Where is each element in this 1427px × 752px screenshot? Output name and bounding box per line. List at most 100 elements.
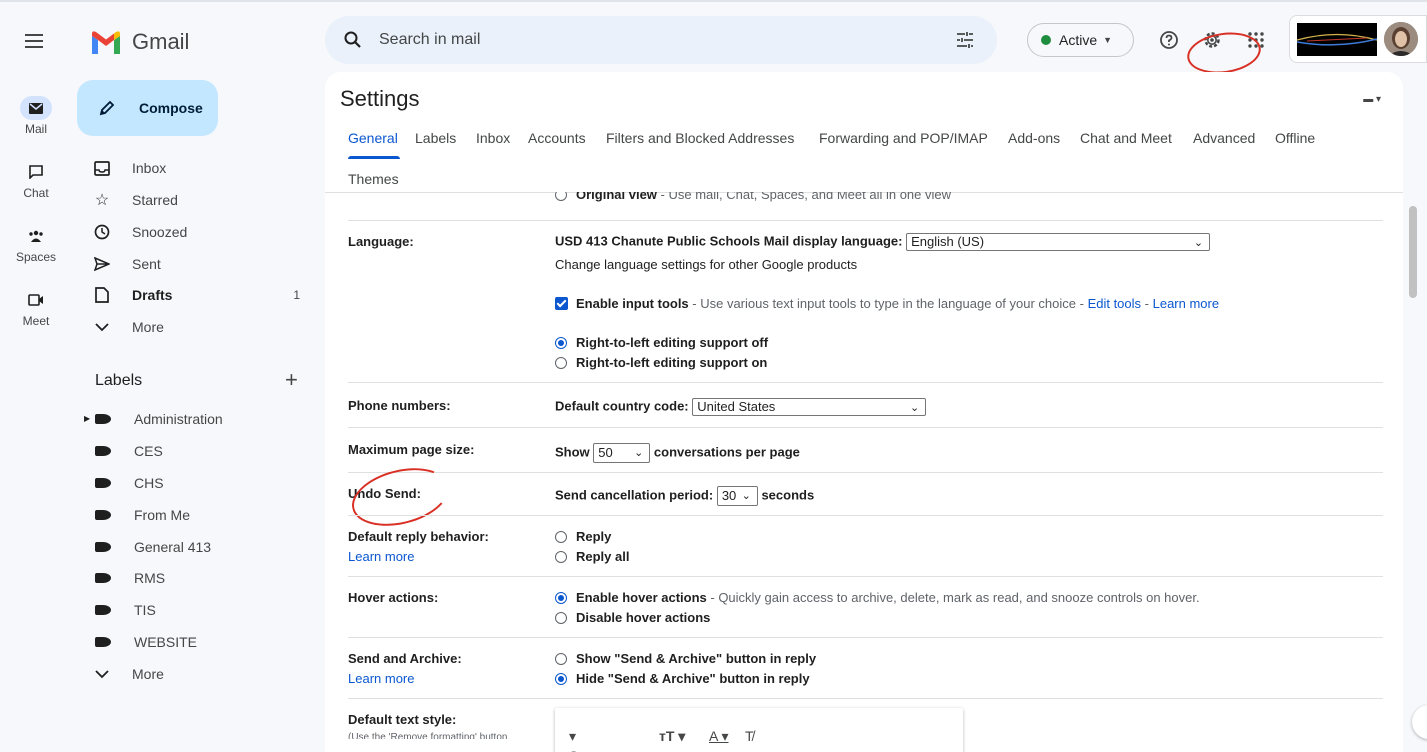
label-icon (95, 637, 111, 647)
option-label: Disable hover actions (576, 610, 711, 625)
edit-tools-link[interactable]: Edit tools (1088, 296, 1141, 311)
tab-filters[interactable]: Filters and Blocked Addresses (606, 130, 794, 146)
nav-item-snoozed[interactable]: Snoozed (93, 217, 308, 247)
nav-label: More (132, 319, 164, 335)
tab-general[interactable]: General (348, 130, 398, 146)
page-size-suffix: conversations per page (653, 444, 800, 460)
labels-heading: Labels (95, 372, 143, 389)
radio-button[interactable] (555, 673, 567, 685)
reply-option[interactable]: Reply (555, 529, 611, 544)
cancellation-period-select[interactable]: 30 ⌄ (716, 486, 758, 506)
disable-hover-option[interactable]: Disable hover actions (555, 610, 710, 625)
rail-meet[interactable]: Meet (0, 288, 72, 328)
option-label: Show "Send & Archive" button in reply (576, 651, 817, 666)
add-label-button[interactable]: + (285, 367, 298, 393)
nav-item-drafts[interactable]: Drafts 1 (93, 280, 308, 310)
label-item[interactable]: WEBSITE (93, 627, 197, 657)
gmail-m-icon (92, 31, 120, 54)
hide-send-archive-option[interactable]: Hide "Send & Archive" button in reply (555, 671, 810, 686)
rtl-on-option[interactable]: Right-to-left editing support on (555, 355, 767, 370)
nav-item-starred[interactable]: ☆ Starred (93, 185, 308, 215)
remove-formatting-icon[interactable]: T̸ (745, 728, 754, 744)
rtl-off-option[interactable]: Right-to-left editing support off (555, 335, 768, 350)
status-selector[interactable]: Active ▼ (1027, 23, 1134, 57)
option-label: Right-to-left editing support on (576, 355, 768, 370)
chevron-down-icon: ⌄ (1193, 237, 1204, 249)
account-switcher[interactable] (1289, 15, 1427, 63)
reply-all-option[interactable]: Reply all (555, 549, 629, 564)
label-item[interactable]: CHS (93, 468, 164, 498)
radio-button[interactable] (555, 551, 567, 563)
tab-forwarding[interactable]: Forwarding and POP/IMAP (819, 130, 988, 146)
radio-button[interactable] (555, 192, 567, 201)
gmail-logo[interactable]: Gmail (90, 29, 189, 55)
rail-mail[interactable]: Mail (0, 96, 72, 136)
label-item[interactable]: TIS (93, 595, 156, 625)
input-tools-checkbox[interactable] (555, 297, 568, 310)
help-icon[interactable] (1157, 28, 1181, 52)
nav-item-sent[interactable]: Sent (93, 249, 308, 279)
meet-icon (20, 288, 52, 312)
learn-more-link[interactable]: Learn more (1153, 296, 1219, 311)
label-item[interactable]: From Me (93, 500, 190, 530)
floating-action-button[interactable] (1412, 705, 1427, 739)
nav-item-more[interactable]: More (93, 312, 308, 342)
country-code-select[interactable]: United States ⌄ (692, 398, 927, 416)
tab-advanced[interactable]: Advanced (1193, 130, 1255, 146)
option-label: Original view (576, 192, 657, 202)
rail-chat[interactable]: Chat (0, 160, 72, 200)
tab-addons[interactable]: Add-ons (1008, 130, 1060, 146)
radio-button[interactable] (555, 531, 567, 543)
tab-offline[interactable]: Offline (1275, 130, 1315, 146)
radio-button[interactable] (555, 612, 567, 624)
tab-labels[interactable]: Labels (415, 130, 456, 146)
tab-themes[interactable]: Themes (348, 171, 399, 187)
radio-button[interactable] (555, 592, 567, 604)
label-item[interactable]: CES (93, 436, 163, 466)
row-divider (348, 427, 1383, 428)
annotation-circle-undo-send (345, 458, 456, 536)
expand-label-icon[interactable]: ▶ (84, 414, 90, 423)
labels-more-label: More (132, 666, 164, 682)
draft-icon (93, 286, 111, 304)
nav-label: Sent (132, 256, 161, 272)
tab-chat-meet[interactable]: Chat and Meet (1080, 130, 1172, 146)
compose-button[interactable]: Compose (77, 80, 218, 136)
search-input[interactable]: Search in mail (379, 31, 480, 49)
label-item[interactable]: RMS (93, 563, 165, 593)
text-color-icon[interactable]: A ▾ (709, 728, 728, 745)
settings-panel: Settings ▬ ▾ General Labels Inbox Accoun… (325, 72, 1403, 752)
label-name: WEBSITE (134, 634, 198, 650)
original-view-option[interactable]: Original view - Use mail, Chat, Spaces, … (555, 192, 951, 202)
formatting-toolbar: Sans Serif ▾ тT ▾ A ▾ T̸ (555, 708, 963, 752)
page-size-select[interactable]: 50 ⌄ (593, 443, 651, 463)
label-item[interactable]: Administration (93, 404, 223, 434)
display-language-select[interactable]: English (US) ⌄ (906, 233, 1211, 251)
rail-meet-label: Meet (22, 314, 50, 328)
tab-accounts[interactable]: Accounts (528, 130, 586, 146)
radio-button[interactable] (555, 357, 567, 369)
main-menu-button[interactable] (22, 30, 46, 54)
font-size-icon[interactable]: тT ▾ (659, 728, 685, 745)
search-icon[interactable] (343, 30, 363, 50)
keyboard-icon[interactable]: ▬ ▾ (1363, 94, 1381, 105)
avatar[interactable] (1384, 22, 1418, 56)
label-item[interactable]: General 413 (93, 532, 211, 562)
show-send-archive-option[interactable]: Show "Send & Archive" button in reply (555, 651, 816, 666)
font-family-select[interactable]: Sans Serif ▾ (569, 728, 601, 752)
change-language-link[interactable]: Change language settings for other Googl… (555, 257, 857, 272)
nav-item-inbox[interactable]: Inbox (93, 153, 308, 183)
tab-inbox[interactable]: Inbox (476, 130, 510, 146)
send-archive-learn-more-link[interactable]: Learn more (348, 671, 414, 686)
rail-spaces[interactable]: Spaces (0, 224, 72, 264)
radio-button[interactable] (555, 337, 567, 349)
selected-value: 30 (721, 488, 737, 503)
row-divider (348, 472, 1383, 473)
search-options-icon[interactable] (955, 30, 975, 50)
scrollbar[interactable] (1409, 206, 1417, 298)
labels-more[interactable]: More (93, 659, 308, 689)
radio-button[interactable] (555, 653, 567, 665)
search-bar[interactable]: Search in mail (325, 16, 997, 64)
enable-hover-option[interactable]: Enable hover actions - Quickly gain acce… (555, 590, 1200, 605)
reply-learn-more-link[interactable]: Learn more (348, 549, 414, 564)
